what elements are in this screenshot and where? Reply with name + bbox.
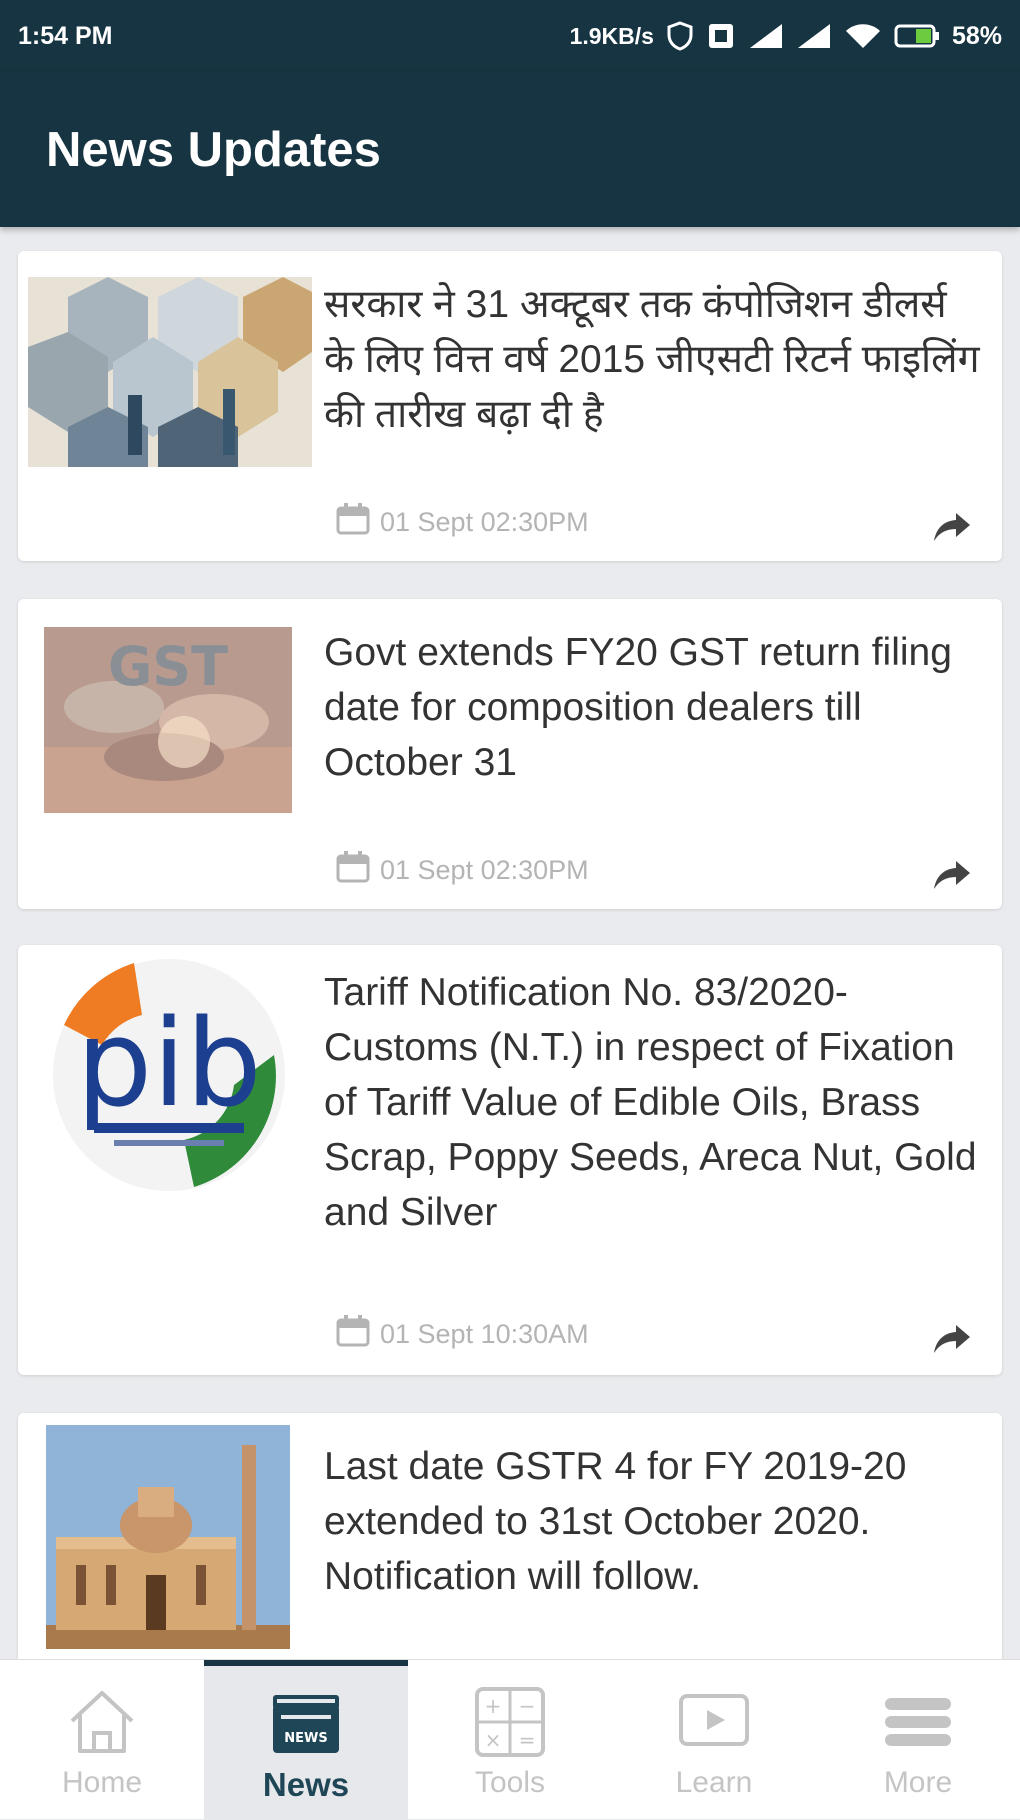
news-card[interactable]: सरकार ने 31 अक्टूबर तक कंपोजिशन डीलर्स क… [18, 251, 1002, 561]
signal-icon [796, 22, 832, 50]
sim-card-icon [706, 21, 736, 51]
svg-text:NEWS: NEWS [284, 1731, 327, 1746]
news-thumbnail[interactable]: GST [44, 627, 292, 813]
status-icons: 1.9KB/s 58% [570, 21, 1002, 51]
battery-percent: 58% [951, 21, 1002, 50]
share-arrow-icon [934, 861, 970, 889]
pib-logo: pib [53, 959, 285, 1191]
app-bar: News Updates [0, 72, 1020, 227]
calendar-icon [336, 851, 370, 890]
nav-news[interactable]: NEWS News [204, 1660, 408, 1820]
play-icon [677, 1682, 751, 1762]
page-title: News Updates [46, 122, 381, 177]
menu-icon [881, 1682, 955, 1762]
news-headline[interactable]: Last date GSTR 4 for FY 2019-20 extended… [324, 1439, 984, 1604]
signal-icon [748, 22, 784, 50]
status-time: 1:54 PM [18, 21, 113, 50]
share-arrow-icon [934, 513, 970, 541]
nav-home-label: Home [61, 1766, 143, 1799]
newspaper-icon: NEWS [269, 1682, 343, 1762]
share-button[interactable] [932, 509, 972, 545]
calendar-icon [336, 1315, 370, 1354]
nav-more[interactable]: More [816, 1660, 1020, 1820]
shield-icon [666, 21, 694, 51]
home-icon [65, 1682, 139, 1762]
nav-tools-label: Tools [474, 1766, 546, 1799]
news-date: 01 Sept 10:30AM [380, 1319, 589, 1349]
svg-text:×: × [485, 1728, 502, 1752]
news-date: 01 Sept 02:30PM [380, 855, 589, 885]
nav-learn-label: Learn [675, 1766, 753, 1799]
news-card[interactable]: GST Govt extends FY20 GST return filing … [18, 599, 1002, 909]
news-thumbnail[interactable] [46, 1425, 290, 1649]
status-bar: 1:54 PM 1.9KB/s 58% [0, 0, 1020, 72]
wifi-icon [844, 22, 882, 50]
calendar-icon [336, 503, 370, 542]
network-speed: 1.9KB/s [569, 22, 654, 49]
nav-more-label: More [883, 1766, 953, 1799]
news-thumbnail[interactable]: pib [44, 955, 294, 1195]
svg-text:=: = [519, 1728, 536, 1752]
svg-text:+: + [485, 1694, 502, 1718]
battery-icon [894, 22, 940, 50]
nav-tools[interactable]: + − × = Tools [408, 1660, 612, 1820]
svg-text:pib: pib [76, 995, 262, 1134]
svg-text:GST: GST [108, 635, 228, 698]
news-feed[interactable]: सरकार ने 31 अक्टूबर तक कंपोजिशन डीलर्स क… [0, 227, 1020, 1659]
nav-news-label: News [262, 1766, 350, 1803]
news-headline[interactable]: Tariff Notification No. 83/2020-Customs … [324, 965, 984, 1240]
news-date: 01 Sept 02:30PM [380, 507, 589, 537]
share-button[interactable] [932, 857, 972, 893]
nav-learn[interactable]: Learn [612, 1660, 816, 1820]
svg-text:−: − [519, 1694, 536, 1718]
bottom-navigation: Home NEWS News + − × = Tools Learn More [0, 1659, 1020, 1820]
news-card[interactable]: Last date GSTR 4 for FY 2019-20 extended… [18, 1413, 1002, 1659]
news-thumbnail[interactable] [28, 277, 312, 467]
nav-home[interactable]: Home [0, 1660, 204, 1820]
share-arrow-icon [934, 1325, 970, 1353]
news-headline[interactable]: सरकार ने 31 अक्टूबर तक कंपोजिशन डीलर्स क… [324, 277, 984, 442]
calculator-icon: + − × = [473, 1682, 547, 1762]
share-button[interactable] [932, 1321, 972, 1357]
news-meta: 01 Sept 02:30PM [336, 851, 589, 890]
news-meta: 01 Sept 10:30AM [336, 1315, 589, 1354]
news-meta: 01 Sept 02:30PM [336, 503, 589, 542]
news-card[interactable]: pib Tariff Notification No. 83/2020-Cust… [18, 945, 1002, 1375]
news-headline[interactable]: Govt extends FY20 GST return filing date… [324, 625, 984, 790]
